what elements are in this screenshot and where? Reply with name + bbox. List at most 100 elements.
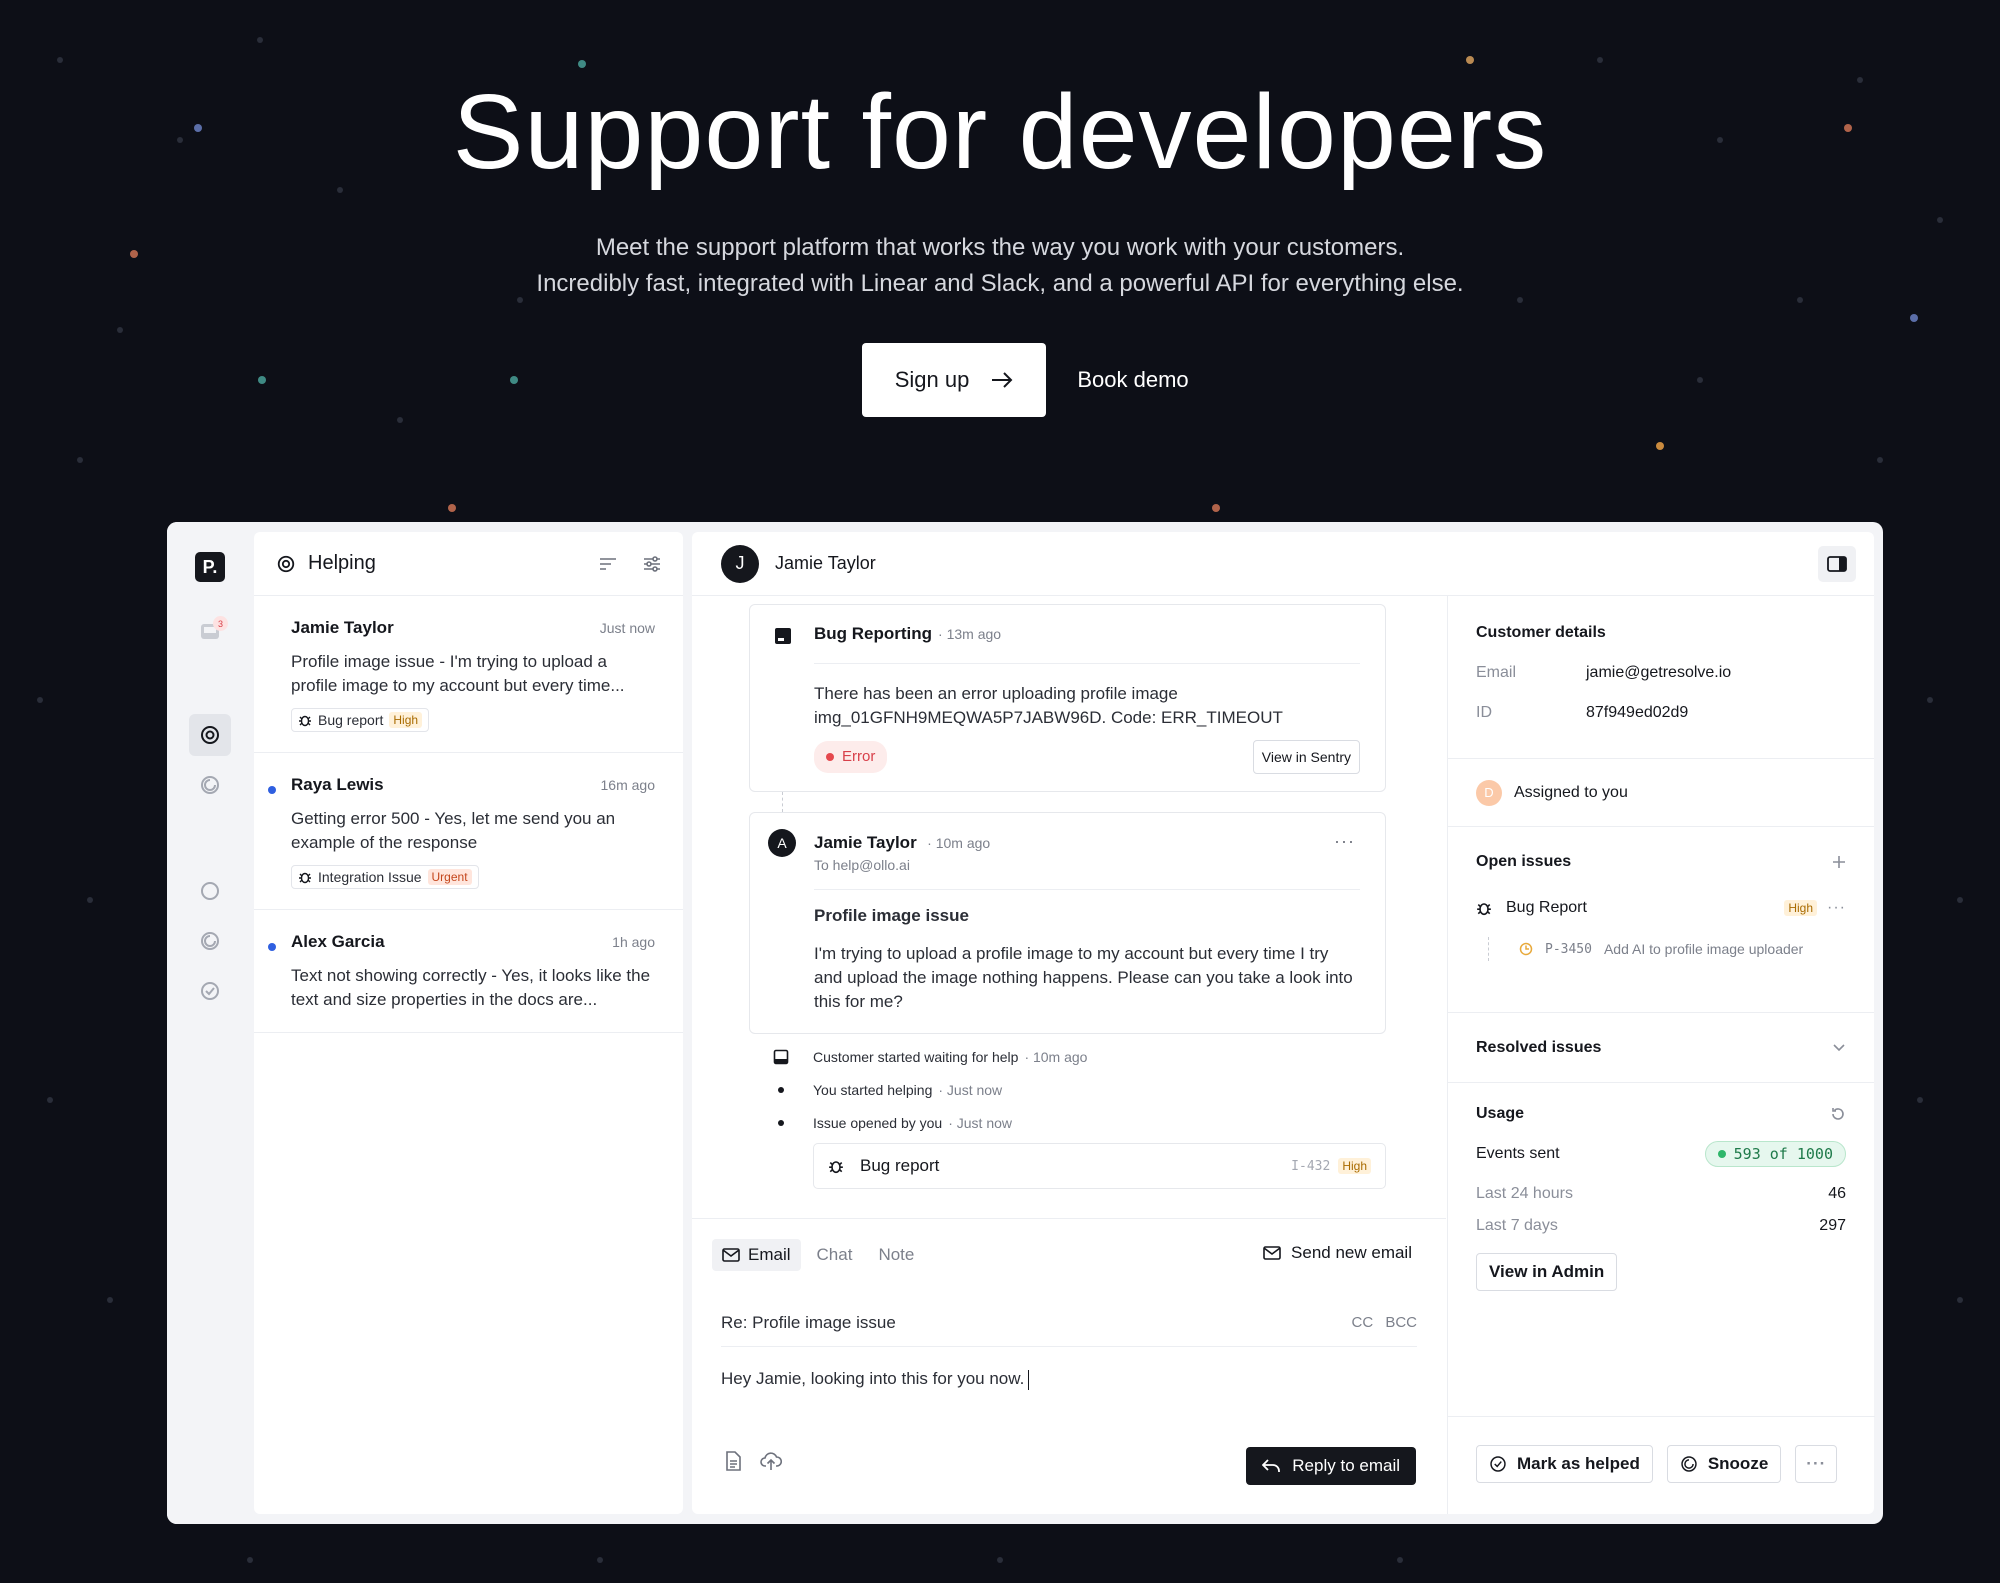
check-circle-icon: [1490, 1456, 1506, 1472]
app-window: P. 3 Helping Jamie Taylor Just now Profi…: [167, 522, 1883, 1524]
last-24-hours-label: Last 24 hours: [1476, 1185, 1573, 1202]
list-item[interactable]: Jamie Taylor Just now Profile image issu…: [254, 596, 683, 753]
usage-section: Usage Events sent 593 of 1000 Last 24 ho…: [1448, 1083, 1874, 1291]
priority-badge: High: [389, 712, 423, 728]
assignee-row[interactable]: D Assigned to you: [1448, 759, 1874, 827]
message-subject: Profile image issue: [814, 906, 969, 925]
conversation-time: Just now: [599, 620, 655, 636]
plus-icon[interactable]: [1832, 855, 1846, 869]
mail-icon: [722, 1248, 740, 1262]
bug-icon: [299, 715, 311, 727]
snooze-icon: [1681, 1456, 1697, 1472]
send-new-email-button[interactable]: Send new email: [1263, 1243, 1412, 1263]
mark-as-helped-button[interactable]: Mark as helped: [1476, 1445, 1653, 1483]
filter-icon[interactable]: [643, 555, 661, 572]
priority-badge: High: [1784, 900, 1818, 916]
sentry-icon: [775, 628, 791, 644]
avatar: J: [721, 544, 759, 583]
snooze-button[interactable]: Snooze: [1666, 1445, 1782, 1483]
more-icon[interactable]: ···: [1334, 831, 1355, 852]
tab-note[interactable]: Note: [868, 1239, 924, 1271]
view-in-sentry-button[interactable]: View in Sentry: [1252, 740, 1360, 774]
conversation-tag[interactable]: Bug report High: [291, 708, 430, 732]
message-thread: Bug Reporting · 13m ago There has been a…: [692, 596, 1446, 1216]
cc-button[interactable]: CC: [1351, 1314, 1373, 1331]
customer-sidebar: Customer details Email jamie@getresolve.i…: [1447, 596, 1875, 1514]
avatar: D: [1476, 779, 1502, 806]
more-actions-button[interactable]: ···: [1795, 1445, 1838, 1483]
waiting-button[interactable]: [189, 920, 231, 962]
target-icon: [201, 726, 219, 744]
event-text: Issue opened by you: [813, 1114, 943, 1131]
check-circle-icon: [201, 982, 219, 1000]
issue-label: Bug Report: [1506, 899, 1587, 916]
issue-row[interactable]: Bug Report High ···: [1476, 899, 1846, 917]
event-text: You started helping: [813, 1081, 933, 1098]
email-value[interactable]: jamie@getresolve.io: [1586, 664, 1731, 682]
conversation-time: 16m ago: [600, 777, 655, 793]
email-message-card: A Jamie Taylor · 10m ago To help@ollo.ai…: [749, 812, 1386, 1034]
hero-subtitle-line2: Incredibly fast, integrated with Linear …: [536, 270, 1464, 297]
id-value[interactable]: 87f949ed02d9: [1586, 704, 1688, 722]
events-sent-value: 593 of 1000: [1733, 1145, 1833, 1163]
inbox-button[interactable]: 3: [189, 610, 231, 652]
conversation-header: J Jamie Taylor: [692, 532, 1874, 596]
subject-field[interactable]: Re: Profile image issue CC BCC: [721, 1299, 1417, 1347]
composer-tabs: Email Chat Note: [712, 1239, 924, 1271]
resolved-issues-section[interactable]: Resolved issues: [1448, 1013, 1874, 1083]
contact-name[interactable]: Jamie Taylor: [775, 553, 876, 574]
message-input[interactable]: Hey Jamie, looking into this for you now…: [721, 1369, 1030, 1390]
tag-label: Bug report: [318, 712, 384, 728]
linked-issue-card[interactable]: Bug report I-432 High: [813, 1143, 1386, 1189]
in-progress-icon: [1519, 942, 1533, 956]
composer: Email Chat Note Send new email Re: Profi…: [692, 1218, 1446, 1514]
more-icon[interactable]: ···: [1827, 899, 1846, 917]
bcc-button[interactable]: BCC: [1385, 1314, 1417, 1331]
tag-label: Integration Issue: [318, 869, 422, 885]
sender-name: Jamie Taylor: [814, 833, 917, 852]
conversation-tag[interactable]: Integration Issue Urgent: [291, 865, 479, 889]
refresh-icon[interactable]: [1830, 1106, 1846, 1122]
hero-title: Support for developers: [452, 73, 1548, 191]
logo[interactable]: P.: [195, 552, 225, 582]
linear-issue-row[interactable]: P-3450 Add AI to profile image uploader: [1488, 937, 1846, 961]
event-row: You started helping · Just now: [749, 1073, 1386, 1106]
sort-icon[interactable]: [599, 557, 617, 571]
book-demo-button[interactable]: Book demo: [1060, 343, 1206, 417]
bug-line2: img_01GFNH9MEQWA5P7JABW96D. Code: ERR_TI…: [814, 708, 1283, 727]
unread-dot: [268, 943, 276, 951]
conversation-preview: Profile image issue - I'm trying to uplo…: [291, 652, 625, 695]
mail-icon: [1263, 1246, 1281, 1260]
customer-details-title: Customer details: [1476, 624, 1606, 641]
snooze-icon: [201, 776, 219, 794]
sign-up-button[interactable]: Sign up: [862, 343, 1046, 417]
list-item[interactable]: Raya Lewis 16m ago Getting error 500 - Y…: [254, 753, 683, 910]
document-icon[interactable]: [724, 1451, 742, 1471]
last-24-hours-value: 46: [1828, 1185, 1846, 1202]
done-button[interactable]: [189, 970, 231, 1012]
conversation-preview: Getting error 500 - Yes, let me send you…: [291, 809, 616, 852]
bug-title: Bug Reporting: [814, 624, 933, 643]
tab-email[interactable]: Email: [712, 1239, 801, 1271]
view-in-admin-button[interactable]: View in Admin: [1476, 1253, 1618, 1291]
list-header: Helping: [254, 532, 683, 596]
toggle-sidebar-button[interactable]: [1818, 546, 1856, 582]
reply-icon: [1262, 1459, 1281, 1472]
reply-button[interactable]: Reply to email: [1246, 1447, 1416, 1485]
open-issues-section: Open issues Bug Report High ··· P-3450 A…: [1448, 827, 1874, 1013]
issue-id: I-432: [1291, 1158, 1331, 1174]
list-item[interactable]: Alex Garcia 1h ago Text not showing corr…: [254, 910, 683, 1033]
linear-title: Add AI to profile image uploader: [1603, 941, 1804, 957]
todo-button[interactable]: [189, 870, 231, 912]
linear-id: P-3450: [1545, 941, 1592, 957]
event-time: · 10m ago: [1024, 1048, 1088, 1065]
upload-icon[interactable]: [760, 1451, 782, 1471]
conversation-name: Raya Lewis: [291, 775, 384, 794]
helping-button[interactable]: [189, 714, 231, 756]
bug-report-card: Bug Reporting · 13m ago There has been a…: [749, 604, 1386, 792]
conversation-name: Jamie Taylor: [291, 618, 394, 637]
tab-chat[interactable]: Chat: [807, 1239, 863, 1271]
message-draft: Hey Jamie, looking into this for you now…: [721, 1369, 1025, 1388]
snoozed-button[interactable]: [189, 764, 231, 806]
activity-events: Customer started waiting for help · 10m a…: [749, 1040, 1386, 1189]
